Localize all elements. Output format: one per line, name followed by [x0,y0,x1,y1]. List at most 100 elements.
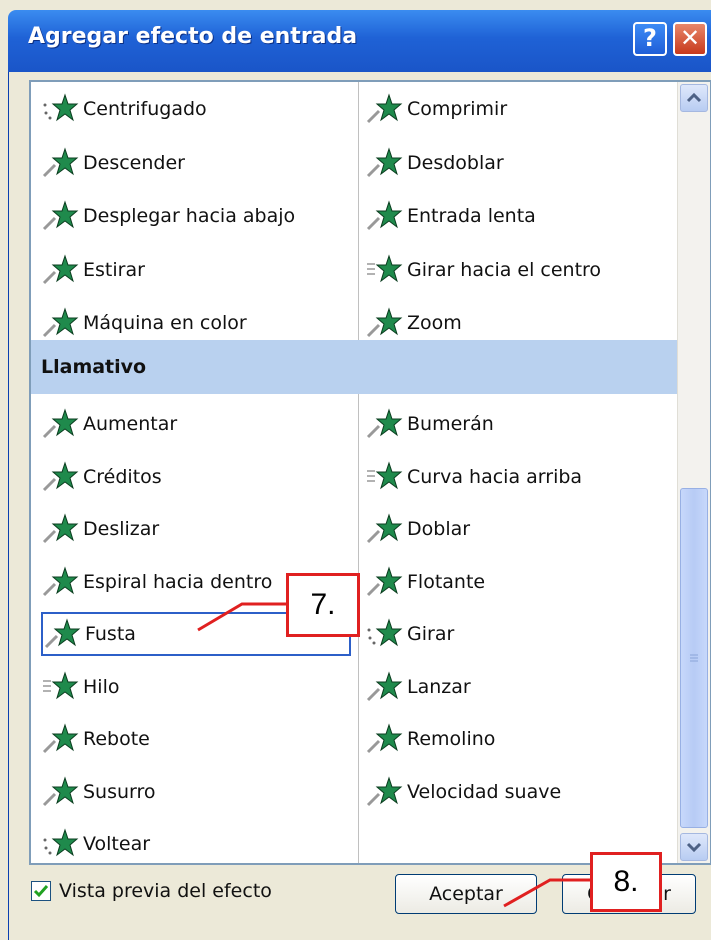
effect-item[interactable]: Créditos [41,455,341,499]
effect-label: Hilo [83,675,120,698]
effect-item[interactable]: Bumerán [365,402,665,446]
effect-label: Entrada lenta [407,205,536,227]
effect-item[interactable]: Desplegar hacia abajo [41,194,341,238]
effect-item[interactable]: Estirar [41,248,341,292]
star-effect-icon [365,513,403,545]
callout-step-7: 7. [286,573,360,637]
preview-checkbox-label: Vista previa del efecto [59,880,272,902]
effect-label: Comprimir [407,98,508,120]
star-effect-icon [41,670,79,703]
effect-label: Susurro [83,780,156,803]
effect-label: Fusta [85,623,136,645]
effect-label: Remolino [407,728,496,750]
star-effect-icon [365,670,403,703]
star-effect-icon [41,460,79,493]
effect-item[interactable]: Entrada lenta [365,194,665,238]
effect-item[interactable]: Centrifugado [41,87,341,131]
star-effect-icon [41,408,79,440]
effect-item[interactable]: Desdoblar [365,141,665,185]
dialog-title: Agregar efecto de entrada [28,24,358,49]
star-effect-icon [365,775,403,808]
chevron-up-icon [686,92,702,103]
effect-label: Descender [83,151,185,174]
star-effect-icon [41,828,79,860]
effect-label: Créditos [83,465,162,488]
effect-item[interactable]: Comprimir [365,87,665,131]
star-effect-icon [365,146,403,179]
effect-item[interactable]: Rebote [41,717,341,761]
effect-label: Voltear [83,833,151,855]
star-effect-icon [365,408,403,440]
scroll-thumb[interactable] [680,488,708,828]
star-effect-icon [365,307,403,339]
effect-label: Desdoblar [407,151,504,174]
callout-8-pointer [503,878,592,908]
effect-item[interactable]: Voltear [41,822,341,866]
star-effect-icon [41,565,79,598]
star-effect-icon [43,618,81,650]
dialog-body: Llamativo Centrifugado Descender Desplegar… [8,72,711,940]
effect-item[interactable]: Girar [365,612,665,656]
preview-checkbox[interactable] [31,881,51,901]
effect-item[interactable]: Remolino [365,717,665,761]
effect-label: Deslizar [83,518,160,540]
effect-label: Bumerán [407,413,494,435]
effect-label: Girar [407,623,455,645]
chevron-down-icon [686,842,702,853]
scroll-up-button[interactable] [680,84,708,112]
effect-item[interactable]: Deslizar [41,507,341,551]
close-button[interactable]: ✕ [673,22,707,56]
star-effect-icon [365,253,403,286]
effect-label: Estirar [83,258,145,281]
effect-item[interactable]: Girar hacia el centro [365,248,665,292]
effect-label: Desplegar hacia abajo [83,205,296,227]
effect-item[interactable]: Flotante [365,560,665,604]
checkmark-icon [33,885,49,898]
effect-label: Velocidad suave [407,780,562,803]
preview-checkbox-row[interactable]: Vista previa del efecto [31,880,272,902]
star-effect-icon [41,93,79,125]
star-effect-icon [365,93,403,125]
effect-label: Flotante [407,570,486,593]
star-effect-icon [365,460,403,493]
title-bar: Agregar efecto de entrada ? ✕ [8,10,711,72]
star-effect-icon [41,513,79,545]
effect-label: Zoom [407,312,462,334]
effect-label: Girar hacia el centro [407,258,602,281]
star-effect-icon [41,723,79,755]
callout-step-8: 8. [590,852,662,912]
effect-item[interactable]: Zoom [365,301,665,345]
callout-7-pointer [197,602,286,632]
category-label: Llamativo [41,356,147,378]
effect-item[interactable]: Descender [41,141,341,185]
effect-label: Doblar [407,518,471,540]
star-effect-icon [41,307,79,339]
star-effect-icon [365,618,403,650]
effects-list[interactable]: Llamativo Centrifugado Descender Desplegar… [29,80,711,865]
effect-label: Centrifugado [83,98,207,120]
star-effect-icon [41,253,79,286]
star-effect-icon [365,723,403,755]
category-header-llamativo: Llamativo [31,340,679,394]
effect-item[interactable]: Aumentar [41,402,341,446]
effect-label: Lanzar [407,675,471,698]
star-effect-icon [41,200,79,232]
grip-icon [690,654,698,662]
effect-item[interactable]: Susurro [41,770,341,814]
effect-item[interactable]: Velocidad suave [365,770,665,814]
effect-item[interactable]: Doblar [365,507,665,551]
star-effect-icon [365,200,403,232]
effect-label: Curva hacia arriba [407,465,583,488]
star-effect-icon [41,775,79,808]
effect-label: Aumentar [83,413,178,435]
effect-item[interactable]: Hilo [41,665,341,709]
effect-label: Rebote [83,728,150,750]
scrollbar[interactable] [677,82,710,863]
effect-item[interactable]: Curva hacia arriba [365,455,665,499]
scroll-down-button[interactable] [680,833,708,861]
star-effect-icon [365,565,403,598]
effect-label: Espiral hacia dentro [83,570,273,593]
effect-item[interactable]: Máquina en color [41,301,341,345]
effect-item[interactable]: Lanzar [365,665,665,709]
help-button[interactable]: ? [633,22,667,56]
